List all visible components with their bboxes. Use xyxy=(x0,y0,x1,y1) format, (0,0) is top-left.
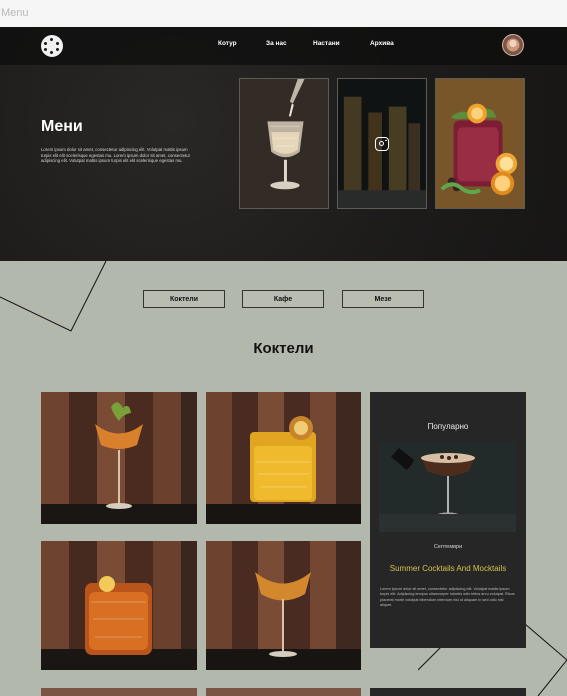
cocktail-card[interactable] xyxy=(206,541,361,670)
instagram-icon[interactable] xyxy=(375,137,389,151)
nav-link-kotur[interactable]: Котур xyxy=(218,40,237,47)
tab-meze[interactable]: Мезе xyxy=(342,290,424,308)
red-cocktail-illustration xyxy=(436,79,524,208)
cocktail-card-image xyxy=(41,541,197,670)
nav-link-about[interactable]: За нас xyxy=(266,40,287,47)
hero-section: Котур За нас Настани Архива Мени Lorem i… xyxy=(0,27,567,261)
popular-espresso-martini-image xyxy=(379,442,516,532)
cocktail-card-image xyxy=(206,392,361,524)
hero-photo-crystal-glass xyxy=(239,78,329,209)
hero-description: Lorem ipsum dolor sit amet, consectetur … xyxy=(41,147,191,164)
hero-photo-red-cocktail xyxy=(435,78,525,209)
logo-icon[interactable] xyxy=(41,35,63,57)
cocktail-card-image xyxy=(206,541,361,670)
page-title: Мени xyxy=(41,118,83,135)
nav-link-events[interactable]: Настани xyxy=(313,40,340,47)
cocktail-card[interactable] xyxy=(206,392,361,524)
crystal-glass-illustration xyxy=(240,79,328,208)
hero-photo-bar-bottles xyxy=(337,78,427,209)
decorative-outline-top-left xyxy=(0,261,107,332)
popular-heading: Популарно xyxy=(427,422,469,431)
popular-title[interactable]: Summer Cocktails And Mocktails xyxy=(370,564,526,573)
tab-coffee[interactable]: Кафе xyxy=(242,290,324,308)
popular-card[interactable]: Популарно Септември Summer Cocktails And… xyxy=(370,392,526,648)
tab-cocktails[interactable]: Коктели xyxy=(143,290,225,308)
popular-date: Септември xyxy=(433,544,463,550)
frame-label: Menu xyxy=(0,0,567,27)
cocktail-card[interactable] xyxy=(41,541,197,670)
popular-description: Lorem ipsum dolor sit amet, consectetur … xyxy=(380,587,515,608)
cocktail-card[interactable] xyxy=(41,392,197,524)
menu-section: Коктели Кафе Мезе Коктели Популарно Септ… xyxy=(0,261,567,696)
cocktail-card-image xyxy=(41,392,197,524)
avatar[interactable] xyxy=(502,34,524,56)
navbar: Котур За нас Настани Архива xyxy=(0,27,567,65)
section-title: Коктели xyxy=(253,340,314,357)
nav-link-archive[interactable]: Архива xyxy=(370,40,394,47)
popular-image xyxy=(379,442,516,532)
